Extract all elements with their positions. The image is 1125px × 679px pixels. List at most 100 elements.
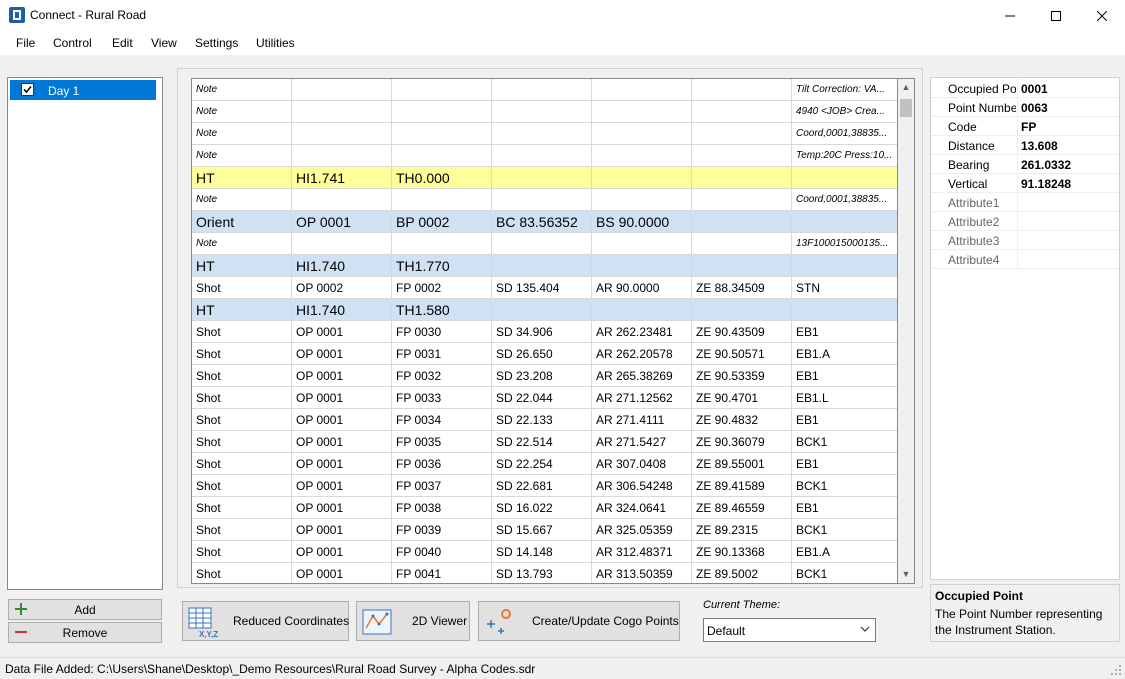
table-cell[interactable] bbox=[492, 299, 592, 321]
table-cell[interactable]: HI1.740 bbox=[292, 299, 392, 321]
property-row[interactable]: Bearing 261.0332 bbox=[931, 155, 1119, 174]
table-cell[interactable]: Orient bbox=[192, 211, 292, 233]
table-cell[interactable]: FP 0039 bbox=[392, 519, 492, 541]
table-cell[interactable]: Shot bbox=[192, 475, 292, 497]
table-cell[interactable]: FP 0041 bbox=[392, 563, 492, 583]
table-cell[interactable]: SD 15.667 bbox=[492, 519, 592, 541]
table-cell[interactable]: ZE 90.36079 bbox=[692, 431, 792, 453]
table-cell[interactable]: Shot bbox=[192, 277, 292, 299]
day-list[interactable]: Day 1 bbox=[7, 77, 163, 590]
property-value[interactable]: FP bbox=[1021, 120, 1036, 134]
table-row[interactable]: Note Temp:20C Press:10... bbox=[192, 145, 897, 167]
table-cell[interactable]: SD 22.681 bbox=[492, 475, 592, 497]
table-cell[interactable] bbox=[692, 101, 792, 123]
table-cell[interactable] bbox=[692, 299, 792, 321]
table-cell[interactable]: EB1.A bbox=[792, 343, 897, 365]
menu-utilities[interactable]: Utilities bbox=[256, 36, 295, 50]
table-cell[interactable]: Shot bbox=[192, 541, 292, 563]
table-cell[interactable] bbox=[592, 255, 692, 277]
table-cell[interactable] bbox=[692, 255, 792, 277]
table-cell[interactable] bbox=[692, 123, 792, 145]
property-row[interactable]: Attribute3 bbox=[931, 231, 1119, 250]
table-cell[interactable]: 4940 <JOB> Crea... bbox=[792, 101, 897, 123]
table-row[interactable]: HT HI1.741 TH0.000 bbox=[192, 167, 897, 189]
table-cell[interactable]: Shot bbox=[192, 365, 292, 387]
table-row[interactable]: Shot OP 0001 FP 0038 SD 16.022 AR 324.0641 ZE… bbox=[192, 497, 897, 519]
table-cell[interactable]: SD 34.906 bbox=[492, 321, 592, 343]
table-cell[interactable] bbox=[592, 189, 692, 211]
table-row[interactable]: Shot OP 0001 FP 0037 SD 22.681 AR 306.54248 Z… bbox=[192, 475, 897, 497]
table-cell[interactable]: OP 0001 bbox=[292, 475, 392, 497]
table-cell[interactable]: Note bbox=[192, 123, 292, 145]
table-cell[interactable]: Coord,0001,38835... bbox=[792, 123, 897, 145]
table-row[interactable]: Shot OP 0001 FP 0036 SD 22.254 AR 307.0408 ZE… bbox=[192, 453, 897, 475]
grid-vertical-scrollbar[interactable]: ▲ ▼ bbox=[898, 78, 915, 584]
table-cell[interactable]: Note bbox=[192, 145, 292, 167]
table-cell[interactable] bbox=[492, 233, 592, 255]
menu-settings[interactable]: Settings bbox=[195, 36, 238, 50]
table-cell[interactable]: Note bbox=[192, 189, 292, 211]
table-cell[interactable]: OP 0001 bbox=[292, 343, 392, 365]
table-cell[interactable] bbox=[392, 233, 492, 255]
table-cell[interactable]: Tilt Correction: VA... bbox=[792, 79, 897, 101]
table-cell[interactable]: STN bbox=[792, 277, 897, 299]
table-row[interactable]: Shot OP 0001 FP 0032 SD 23.208 AR 265.38269 Z… bbox=[192, 365, 897, 387]
table-row[interactable]: Shot OP 0001 FP 0039 SD 15.667 AR 325.05359 Z… bbox=[192, 519, 897, 541]
table-cell[interactable]: BS 90.0000 bbox=[592, 211, 692, 233]
table-cell[interactable]: SD 22.133 bbox=[492, 409, 592, 431]
table-cell[interactable] bbox=[292, 123, 392, 145]
table-cell[interactable]: TH1.580 bbox=[392, 299, 492, 321]
table-cell[interactable]: Shot bbox=[192, 563, 292, 583]
table-cell[interactable]: ZE 90.4832 bbox=[692, 409, 792, 431]
table-row[interactable]: Note 4940 <JOB> Crea... bbox=[192, 101, 897, 123]
table-cell[interactable]: AR 271.12562 bbox=[592, 387, 692, 409]
table-cell[interactable]: OP 0001 bbox=[292, 453, 392, 475]
resize-grip-icon[interactable] bbox=[1110, 664, 1122, 676]
property-row[interactable]: Point Number 0063 bbox=[931, 98, 1119, 117]
table-row[interactable]: Shot OP 0002 FP 0002 SD 135.404 AR 90.0000 ZE… bbox=[192, 277, 897, 299]
table-cell[interactable]: OP 0001 bbox=[292, 409, 392, 431]
table-cell[interactable]: AR 90.0000 bbox=[592, 277, 692, 299]
table-cell[interactable]: BC 83.56352 bbox=[492, 211, 592, 233]
table-row[interactable]: Note Coord,0001,38835... bbox=[192, 123, 897, 145]
properties-panel[interactable]: Occupied Point 0001 Point Number 0063 Code FP… bbox=[930, 77, 1120, 580]
property-row[interactable]: Attribute4 bbox=[931, 250, 1119, 269]
table-cell[interactable]: EB1 bbox=[792, 409, 897, 431]
table-cell[interactable]: ZE 90.50571 bbox=[692, 343, 792, 365]
table-cell[interactable]: EB1 bbox=[792, 365, 897, 387]
table-cell[interactable] bbox=[492, 145, 592, 167]
table-cell[interactable]: OP 0001 bbox=[292, 387, 392, 409]
table-row[interactable]: Shot OP 0001 FP 0041 SD 13.793 AR 313.50359 Z… bbox=[192, 563, 897, 583]
table-cell[interactable]: ZE 88.34509 bbox=[692, 277, 792, 299]
table-cell[interactable]: ZE 90.43509 bbox=[692, 321, 792, 343]
table-cell[interactable]: SD 135.404 bbox=[492, 277, 592, 299]
table-cell[interactable] bbox=[592, 299, 692, 321]
table-cell[interactable]: Shot bbox=[192, 387, 292, 409]
table-cell[interactable]: BCK1 bbox=[792, 519, 897, 541]
property-value[interactable]: 261.0332 bbox=[1021, 158, 1071, 172]
table-cell[interactable]: HI1.740 bbox=[292, 255, 392, 277]
2d-viewer-button[interactable]: 2D Viewer bbox=[356, 601, 470, 641]
table-cell[interactable] bbox=[492, 189, 592, 211]
property-row[interactable]: Code FP bbox=[931, 117, 1119, 136]
create-update-cogo-points-button[interactable]: Create/Update Cogo Points bbox=[478, 601, 680, 641]
table-cell[interactable]: BCK1 bbox=[792, 431, 897, 453]
table-cell[interactable]: SD 22.044 bbox=[492, 387, 592, 409]
menu-view[interactable]: View bbox=[151, 36, 177, 50]
day-checkbox[interactable] bbox=[21, 83, 34, 96]
table-cell[interactable] bbox=[592, 101, 692, 123]
table-cell[interactable]: FP 0036 bbox=[392, 453, 492, 475]
table-cell[interactable]: Temp:20C Press:10... bbox=[792, 145, 897, 167]
table-cell[interactable] bbox=[392, 145, 492, 167]
table-cell[interactable] bbox=[492, 167, 592, 189]
table-cell[interactable] bbox=[692, 189, 792, 211]
table-cell[interactable]: SD 22.254 bbox=[492, 453, 592, 475]
property-value[interactable]: 13.608 bbox=[1021, 139, 1058, 153]
table-cell[interactable]: Shot bbox=[192, 519, 292, 541]
table-cell[interactable]: AR 271.5427 bbox=[592, 431, 692, 453]
table-cell[interactable] bbox=[392, 189, 492, 211]
table-cell[interactable]: HI1.741 bbox=[292, 167, 392, 189]
table-cell[interactable]: AR 262.23481 bbox=[592, 321, 692, 343]
table-row[interactable]: Shot OP 0001 FP 0033 SD 22.044 AR 271.12562 Z… bbox=[192, 387, 897, 409]
table-cell[interactable] bbox=[692, 211, 792, 233]
